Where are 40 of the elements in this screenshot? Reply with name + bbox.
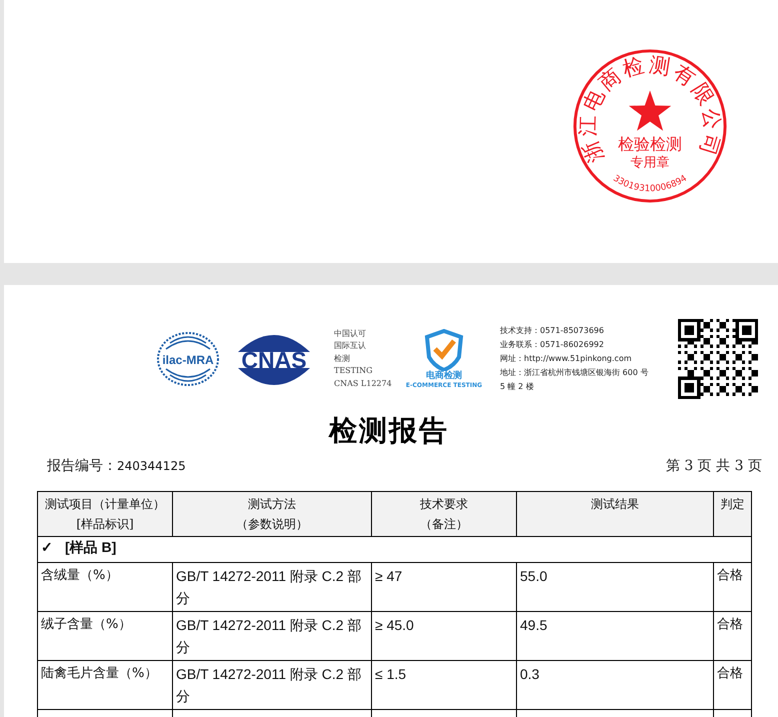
badge-title: 电商检测	[426, 371, 462, 382]
report-number-label: 报告编号：	[47, 458, 117, 474]
accreditation-text: 检测	[334, 352, 351, 365]
table-cell: 合格	[714, 612, 752, 660]
table-cell: 陆禽毛片含量（%）	[38, 660, 172, 710]
table-cell: ≥ 45.0	[372, 612, 516, 660]
contact-line: 网址：http://www.51pinkong.com	[500, 353, 633, 365]
page-indicator: 第 3 页 共 3 页	[666, 457, 762, 475]
table-cell: ≤ 1.5	[372, 660, 516, 710]
table-cell: 49.5	[516, 612, 714, 660]
contact-line: 5 幢 2 楼	[500, 381, 535, 393]
table-cell: 55.0	[516, 562, 714, 612]
table-cell: 0.3	[516, 660, 714, 710]
table-cell: ≥ 47	[372, 562, 516, 612]
column-header: 测试项目（计量单位） [样品标识]	[38, 492, 172, 536]
table-cell: 绒子含量（%）	[38, 612, 172, 660]
contact-line: 地址：浙江省杭州市钱塘区银海街 600 号	[500, 367, 650, 379]
report-title: 检测报告	[327, 413, 450, 449]
check-mark: ✓	[41, 539, 53, 555]
table-cell: 合格	[714, 660, 752, 710]
table-cell: 合格	[714, 562, 752, 612]
report-number: 240344125	[117, 459, 186, 473]
table-cell: 含绒量（%）	[38, 562, 172, 612]
sample-label: [样品 B]	[65, 539, 116, 555]
column-header: 测试结果	[516, 492, 714, 536]
contact-line: 技术支持：0571-85073696	[500, 325, 605, 337]
contact-line: 业务联系：0571-86026992	[500, 339, 605, 351]
accreditation-text: 中国认可	[334, 328, 367, 340]
table-cell: GB/T 14272-2011 附录 C.2 部分	[172, 660, 372, 710]
column-header: 判定	[714, 492, 752, 536]
accreditation-logo: ilac-MRA	[156, 331, 220, 387]
accreditation-logo: CNAS	[232, 328, 322, 390]
accreditation-text: CNAS L12274	[334, 378, 393, 390]
column-header: 技术要求 （备注）	[372, 492, 516, 536]
column-header: 测试方法 （参数说明）	[172, 492, 372, 536]
table-cell: GB/T 14272-2011 附录 C.2 部分	[172, 612, 372, 660]
accreditation-text: 国际互认	[334, 340, 367, 352]
table-cell: GB/T 14272-2011 附录 C.2 部分	[172, 562, 372, 612]
accreditation-text: TESTING	[334, 365, 374, 378]
shield-check-icon	[424, 329, 464, 371]
